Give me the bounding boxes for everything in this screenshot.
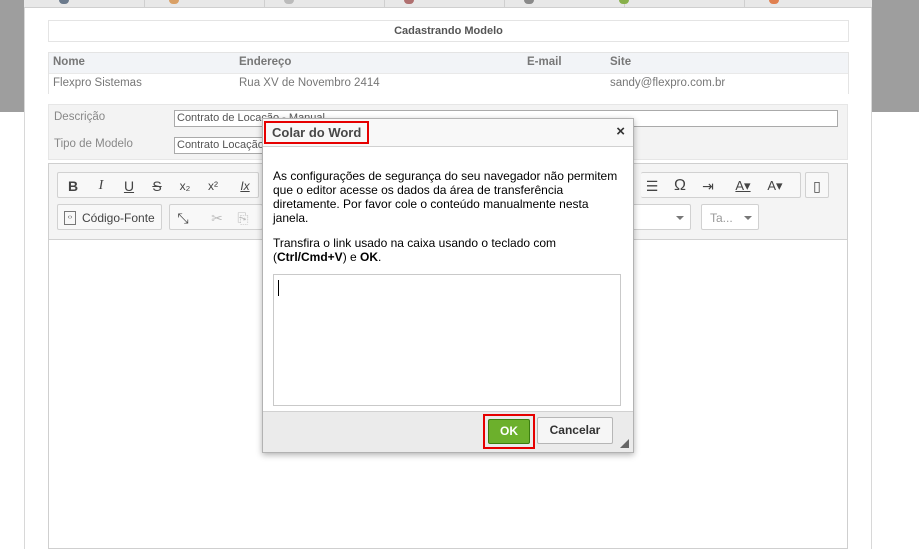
horizontal-line-icon[interactable]: ☰ — [641, 176, 663, 196]
tab-icon[interactable] — [619, 0, 629, 4]
superscript-icon[interactable]: x² — [202, 176, 224, 196]
dialog-security-message: As configurações de segurança do seu nav… — [273, 169, 618, 225]
strikethrough-icon[interactable]: S — [146, 176, 168, 196]
company-site: sandy@flexpro.com.br — [610, 77, 726, 89]
tab-icon[interactable] — [404, 0, 414, 4]
instruction-ok: OK — [360, 250, 379, 264]
background-color-icon[interactable]: A▾ — [761, 176, 789, 196]
resize-handle-icon[interactable] — [620, 439, 629, 448]
maximize-icon[interactable]: ⤡ — [172, 208, 194, 228]
size-combo-value: Ta... — [710, 211, 733, 225]
subscript-icon[interactable]: x₂ — [174, 176, 196, 196]
ok-highlight: OK — [483, 414, 535, 449]
company-name: Flexpro Sistemas — [53, 77, 142, 89]
tab-icon[interactable] — [769, 0, 779, 4]
dialog-header[interactable]: Colar do Word × — [263, 119, 633, 147]
close-icon[interactable]: × — [616, 124, 625, 140]
cancel-button[interactable]: Cancelar — [537, 417, 613, 444]
text-color-icon[interactable]: A▾ — [729, 176, 757, 196]
chevron-down-icon — [676, 216, 684, 220]
header-site: Site — [610, 56, 632, 68]
tab-divider — [504, 0, 505, 8]
tipo-modelo-select[interactable]: Contrato Locação — [174, 137, 274, 154]
header-email: E-mail — [527, 56, 562, 68]
instruction-end: . — [378, 250, 382, 264]
copy-icon[interactable]: ⎘ — [232, 208, 254, 228]
text-caret — [278, 280, 279, 296]
dialog-footer: OK Cancelar — [263, 411, 633, 452]
company-address: Rua XV de Novembro 2414 — [239, 77, 380, 89]
instruction-keys: Ctrl/Cmd+V — [277, 250, 343, 264]
insert-group: ☰ Ω ⇥ A▾ A▾ — [641, 172, 801, 198]
tab-divider — [264, 0, 265, 8]
dialog-instruction: Transfira o link usado na caixa usando o… — [273, 236, 618, 264]
header-endereco: Endereço — [239, 56, 292, 68]
basic-styles-group: B I U S x₂ x² Ix — [57, 172, 259, 198]
bold-icon[interactable]: B — [62, 176, 84, 196]
top-tab-strip — [24, 0, 872, 8]
remove-format-icon[interactable]: Ix — [234, 176, 256, 196]
page-break-icon[interactable]: ⇥ — [697, 176, 719, 196]
tab-divider — [384, 0, 385, 8]
show-blocks-icon[interactable]: ▯ — [806, 176, 828, 196]
ok-button[interactable]: OK — [488, 419, 530, 444]
paste-textarea[interactable] — [273, 274, 621, 406]
company-info-table: Nome Endereço E-mail Site Flexpro Sistem… — [48, 52, 849, 94]
page-title: Cadastrando Modelo — [48, 20, 849, 42]
underline-icon[interactable]: U — [118, 176, 140, 196]
source-group: ‹› Código-Fonte — [57, 204, 162, 230]
special-char-icon[interactable]: Ω — [669, 176, 691, 196]
tipo-modelo-label: Tipo de Modelo — [54, 138, 133, 150]
size-combo[interactable]: Ta... — [701, 204, 759, 230]
source-button[interactable]: ‹› Código-Fonte — [64, 208, 155, 228]
clipboard-group: ⤡ ✂ ⎘ — [169, 204, 263, 230]
company-header-row: Nome Endereço E-mail Site — [49, 53, 848, 73]
source-label: Código-Fonte — [82, 211, 155, 225]
tab-divider — [744, 0, 745, 8]
tab-icon[interactable] — [524, 0, 534, 4]
italic-icon[interactable]: I — [90, 176, 112, 196]
paste-from-word-dialog: Colar do Word × As configurações de segu… — [262, 118, 634, 453]
dialog-title: Colar do Word — [264, 121, 370, 144]
tab-icon[interactable] — [59, 0, 69, 4]
blocks-group: ▯ — [805, 172, 829, 198]
instruction-mid: ) e — [342, 250, 361, 264]
company-data-row: Flexpro Sistemas Rua XV de Novembro 2414… — [49, 73, 848, 94]
cut-icon[interactable]: ✂ — [206, 208, 228, 228]
descricao-label: Descrição — [54, 111, 106, 123]
tab-icon[interactable] — [169, 0, 179, 4]
source-icon: ‹› — [64, 211, 76, 225]
tab-divider — [144, 0, 145, 8]
header-nome: Nome — [53, 56, 85, 68]
tab-icon[interactable] — [284, 0, 294, 4]
chevron-down-icon — [744, 216, 752, 220]
